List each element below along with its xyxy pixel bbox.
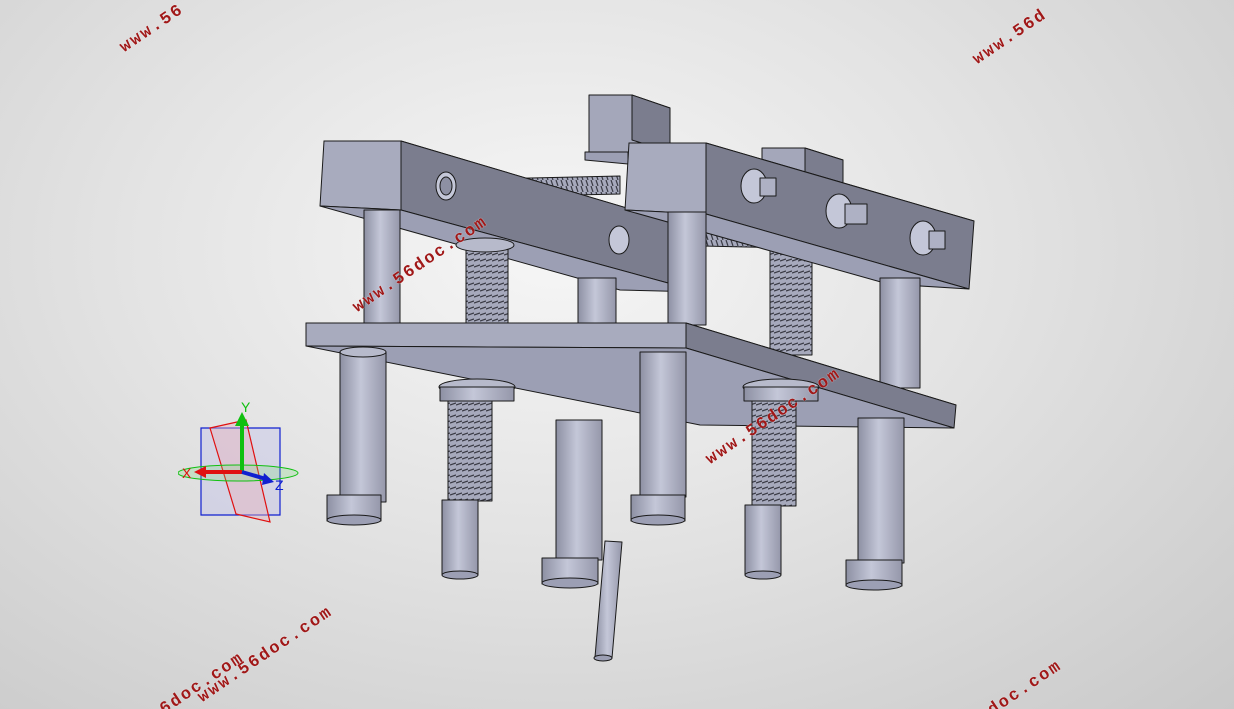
threaded-column [465, 244, 509, 326]
z-axis-label: Z [275, 477, 284, 493]
cad-viewport[interactable]: www.56 www.56d www.56doc.com www.56doc.c… [0, 0, 1234, 709]
base-plate [305, 322, 957, 429]
3d-model[interactable] [0, 0, 1234, 709]
view-triad[interactable]: Y X Z [178, 398, 308, 528]
column [879, 277, 921, 389]
column [667, 211, 707, 326]
threaded-column [769, 244, 813, 356]
column [577, 277, 617, 327]
x-axis-label: X [182, 465, 192, 481]
y-axis-label: Y [241, 399, 251, 415]
